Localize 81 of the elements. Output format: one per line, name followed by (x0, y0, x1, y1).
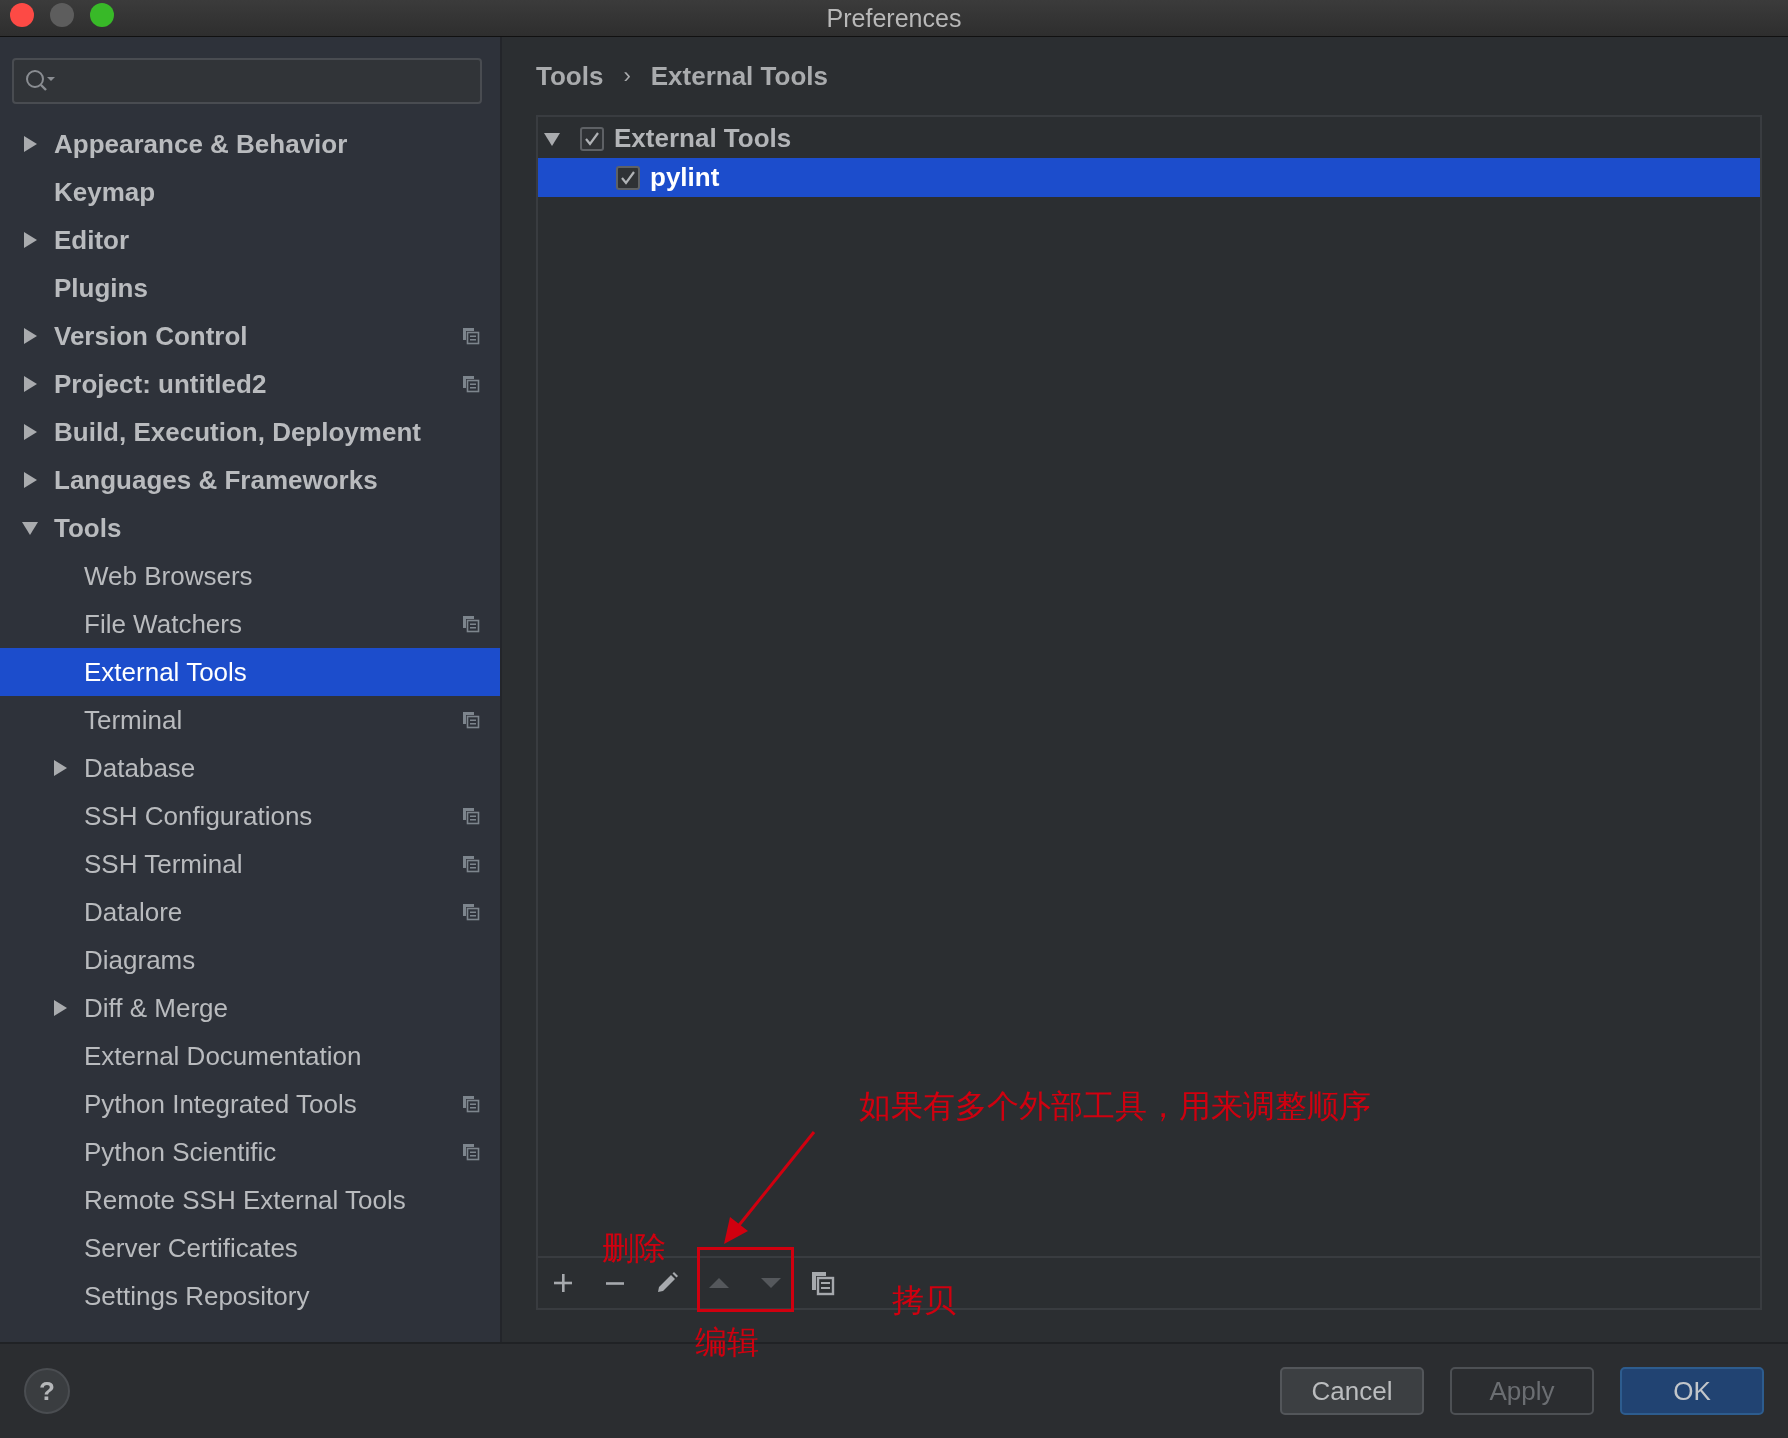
collapsed-arrow-icon[interactable] (52, 760, 68, 776)
sidebar-item[interactable]: Editor (0, 216, 500, 264)
expanded-arrow-icon[interactable] (544, 130, 560, 147)
window-title: Preferences (826, 3, 962, 33)
checkbox[interactable] (580, 126, 604, 151)
sidebar-item[interactable]: Plugins (0, 264, 500, 312)
collapsed-arrow-icon[interactable] (52, 1000, 68, 1016)
sidebar-item[interactable]: External Documentation (0, 1032, 500, 1080)
sidebar-item[interactable]: Web Browsers (0, 552, 500, 600)
sidebar-item-label: Version Control (54, 320, 248, 352)
sidebar-item-label: Diagrams (84, 944, 196, 976)
sidebar-item[interactable]: Project: untitled2 (0, 360, 500, 408)
sidebar-item-label: Terminal (84, 704, 183, 736)
sidebar-item-label: Plugins (54, 272, 148, 304)
sidebar-item[interactable]: Diagrams (0, 936, 500, 984)
sidebar-item-label: Settings Repository (84, 1280, 310, 1312)
sidebar-item[interactable]: Build, Execution, Deployment (0, 408, 500, 456)
sidebar-item[interactable]: Appearance & Behavior (0, 120, 500, 168)
sidebar-item[interactable]: File Watchers (0, 600, 500, 648)
sidebar-item-label: SSH Terminal (84, 848, 243, 880)
sidebar-item[interactable]: Server Certificates (0, 1224, 500, 1272)
annotation-text: 如果有多个外部工具，用来调整顺序 (859, 1086, 1371, 1127)
sidebar-item[interactable]: Remote SSH External Tools (0, 1176, 500, 1224)
collapsed-arrow-icon[interactable] (22, 376, 38, 392)
collapsed-arrow-icon[interactable] (22, 328, 38, 344)
sidebar-item-label: Database (84, 752, 196, 784)
sidebar-item-label: Languages & Frameworks (54, 464, 378, 496)
collapsed-arrow-icon[interactable] (22, 232, 38, 248)
annotation-text: 拷贝 (892, 1280, 956, 1321)
sidebar-item-label: Server Certificates (84, 1232, 298, 1264)
ok-button[interactable]: OK (1620, 1367, 1764, 1415)
sidebar-item[interactable]: SSH Configurations (0, 792, 500, 840)
annotation-text: 删除 (602, 1228, 666, 1269)
collapsed-arrow-icon[interactable] (22, 136, 38, 152)
sidebar-item[interactable]: Database (0, 744, 500, 792)
sidebar-item[interactable]: Languages & Frameworks (0, 456, 500, 504)
annotation-text: 编辑 (695, 1322, 759, 1363)
sidebar-item-label: Appearance & Behavior (54, 128, 348, 160)
copy-icon (810, 1270, 836, 1296)
sidebar-item-label: Python Integrated Tools (84, 1088, 357, 1120)
copy-button[interactable] (810, 1270, 836, 1296)
breadcrumb-item: External Tools (650, 60, 828, 92)
sidebar-item[interactable]: External Tools (0, 648, 500, 696)
sidebar-item[interactable]: SSH Terminal (0, 840, 500, 888)
sidebar-item-label: Remote SSH External Tools (84, 1184, 406, 1216)
sidebar-item-label: Build, Execution, Deployment (54, 416, 421, 448)
sidebar-item-label: External Documentation (84, 1040, 362, 1072)
sidebar-item-label: Editor (54, 224, 130, 256)
collapsed-arrow-icon[interactable] (22, 424, 38, 440)
sidebar-item-label: Project: untitled2 (54, 368, 267, 400)
sidebar-item-label: Web Browsers (84, 560, 253, 592)
sidebar-item[interactable]: Datalore (0, 888, 500, 936)
sidebar-item-label: Tools (54, 512, 122, 544)
sidebar-item[interactable]: Python Scientific (0, 1128, 500, 1176)
sidebar-item[interactable]: Tools (0, 504, 500, 552)
breadcrumb-separator: › (623, 63, 631, 89)
sidebar-item-label: Datalore (84, 896, 183, 928)
tool-row[interactable]: pylint (538, 158, 1760, 197)
sidebar-item-label: Diff & Merge (84, 992, 228, 1024)
sidebar-item-label: Python Scientific (84, 1136, 277, 1168)
collapsed-arrow-icon[interactable] (22, 472, 38, 488)
sidebar-item-label: File Watchers (84, 608, 242, 640)
dialog-button[interactable]: Cancel (1280, 1367, 1424, 1415)
checkbox[interactable] (616, 165, 640, 190)
sidebar-item-label: External Tools (84, 656, 247, 688)
zoom-button[interactable] (90, 3, 114, 27)
sidebar-item[interactable]: Python Integrated Tools (0, 1080, 500, 1128)
sidebar-item[interactable]: Keymap (0, 168, 500, 216)
search-field[interactable] (12, 58, 482, 104)
sidebar-item-label: SSH Configurations (84, 800, 313, 832)
help-button[interactable]: ? (24, 1368, 70, 1414)
tool-group-row[interactable]: External Tools (538, 119, 1760, 158)
sidebar-item[interactable]: Diff & Merge (0, 984, 500, 1032)
close-button[interactable] (10, 3, 34, 27)
sidebar-item[interactable]: Terminal (0, 696, 500, 744)
sidebar-item-label: Keymap (54, 176, 156, 208)
sidebar-item[interactable]: Settings Repository (0, 1272, 500, 1320)
minus-icon (606, 1281, 624, 1285)
breadcrumb-item: Tools (536, 60, 604, 92)
expanded-arrow-icon[interactable] (22, 520, 38, 536)
sidebar-item[interactable]: Version Control (0, 312, 500, 360)
